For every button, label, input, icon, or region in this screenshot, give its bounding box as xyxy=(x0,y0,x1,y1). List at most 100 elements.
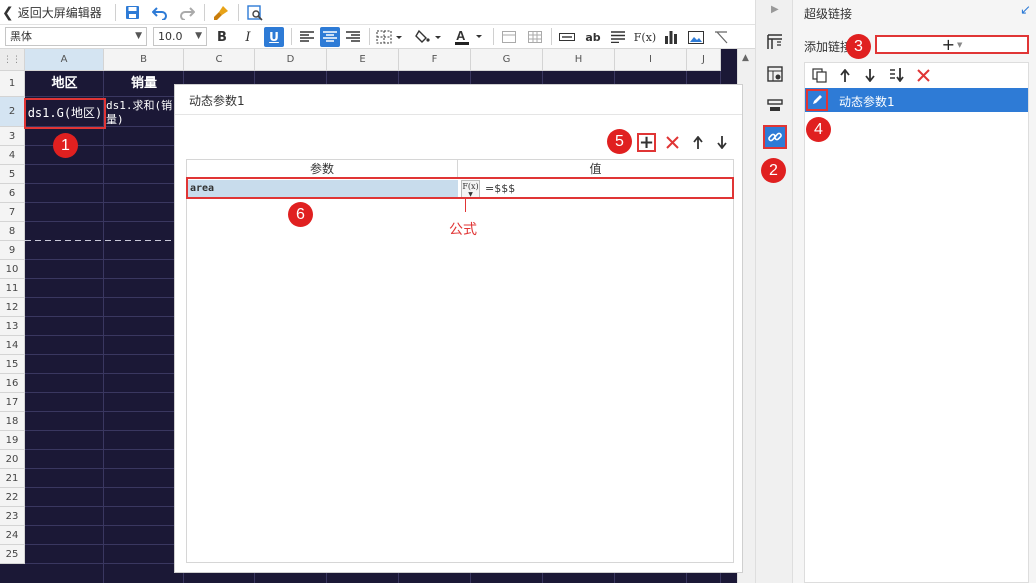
row-header-22[interactable]: 22 xyxy=(0,488,25,507)
link-move-down-icon[interactable] xyxy=(861,66,879,84)
move-up-button[interactable] xyxy=(688,133,707,152)
row-header-18[interactable]: 18 xyxy=(0,412,25,431)
link-list-item[interactable]: 动态参数1 xyxy=(805,88,1028,112)
top-toolbar: ❮ 返回大屏编辑器 xyxy=(0,0,755,25)
select-all-corner[interactable]: ⋮⋮ xyxy=(0,49,25,71)
row-header-11[interactable]: 11 xyxy=(0,279,25,298)
bold-button[interactable]: B xyxy=(212,27,232,47)
back-button[interactable]: ❮ 返回大屏编辑器 xyxy=(2,3,102,22)
font-size-select[interactable]: 10.0 ▼ xyxy=(153,27,207,46)
callout-4: 4 xyxy=(806,117,831,142)
column-header-h[interactable]: H xyxy=(543,49,615,71)
callout-2: 2 xyxy=(761,158,786,183)
column-header-g[interactable]: G xyxy=(471,49,543,71)
chevron-left-icon: ❮ xyxy=(2,4,14,21)
row-header-15[interactable]: 15 xyxy=(0,355,25,374)
copy-link-icon[interactable] xyxy=(809,66,829,84)
column-header-a[interactable]: A xyxy=(25,49,104,71)
redo-icon[interactable] xyxy=(176,3,198,22)
row-header-9[interactable]: 9 xyxy=(0,241,25,260)
add-link-label: 添加链接 xyxy=(804,40,853,54)
textfield-icon[interactable] xyxy=(557,27,577,47)
row-header-10[interactable]: 10 xyxy=(0,260,25,279)
column-header-i[interactable]: I xyxy=(615,49,687,71)
back-label: 返回大屏编辑器 xyxy=(17,6,102,20)
widget-icon[interactable] xyxy=(765,96,785,116)
border-icon[interactable] xyxy=(374,27,406,47)
row-header-2[interactable]: 2 xyxy=(0,97,25,127)
format-brush-icon[interactable] xyxy=(210,3,232,22)
move-down-button[interactable] xyxy=(712,133,731,152)
panel-title: 超级链接 xyxy=(804,7,853,21)
font-color-icon[interactable]: A xyxy=(451,27,487,47)
row-header-14[interactable]: 14 xyxy=(0,336,25,355)
underline-button[interactable]: U xyxy=(264,27,284,47)
align-center-icon[interactable] xyxy=(320,27,340,47)
cell-header-sales[interactable]: 销量 xyxy=(104,71,184,97)
row-header-7[interactable]: 7 xyxy=(0,203,25,222)
italic-button[interactable]: I xyxy=(238,27,258,47)
align-left-icon[interactable] xyxy=(297,27,317,47)
split-cells-icon[interactable] xyxy=(525,27,545,47)
cell-header-region[interactable]: 地区 xyxy=(25,71,104,97)
callout-3: 3 xyxy=(846,34,871,59)
row-header-4[interactable]: 4 xyxy=(0,146,25,165)
row-header-17[interactable]: 17 xyxy=(0,393,25,412)
fill-color-icon[interactable] xyxy=(413,27,445,47)
formula-annotation: 公式 xyxy=(449,222,477,238)
row-header-6[interactable]: 6 xyxy=(0,184,25,203)
save-icon[interactable] xyxy=(122,3,142,22)
slash-icon[interactable] xyxy=(711,27,731,47)
column-header-j[interactable]: J xyxy=(687,49,721,71)
row-header-20[interactable]: 20 xyxy=(0,450,25,469)
row-header-25[interactable]: 25 xyxy=(0,545,25,564)
sort-icon[interactable] xyxy=(887,66,907,84)
chevron-down-icon: ▼ xyxy=(135,31,142,41)
row-header-1[interactable]: 1 xyxy=(0,71,25,97)
cell-attribute-icon[interactable] xyxy=(765,64,785,84)
cell-element-icon[interactable] xyxy=(765,32,785,52)
column-header-e[interactable]: E xyxy=(327,49,399,71)
formula-icon[interactable]: F(x) xyxy=(633,27,657,47)
column-header-d[interactable]: D xyxy=(255,49,327,71)
row-header-12[interactable]: 12 xyxy=(0,298,25,317)
paragraph-icon[interactable] xyxy=(608,27,628,47)
callout-6: 6 xyxy=(288,202,313,227)
row-header-16[interactable]: 16 xyxy=(0,374,25,393)
text-style-icon[interactable]: ab xyxy=(582,27,604,47)
undo-icon[interactable] xyxy=(149,3,171,22)
param-column-header: 参数 xyxy=(187,160,458,178)
font-family-select[interactable]: 黑体 ▼ xyxy=(5,27,147,46)
collapse-panel-icon[interactable]: ↙ xyxy=(1020,3,1031,18)
align-right-icon[interactable] xyxy=(343,27,363,47)
delete-link-icon[interactable] xyxy=(914,66,932,84)
font-size-value: 10.0 xyxy=(158,30,183,43)
dynamic-param-dialog: 动态参数1 + 参数 值 area F(x) ▼ =$$$ 公式 xyxy=(174,84,743,573)
edit-link-icon[interactable] xyxy=(806,89,828,111)
column-header-c[interactable]: C xyxy=(184,49,255,71)
callout-1: 1 xyxy=(53,133,78,158)
add-link-button[interactable]: + ▼ xyxy=(875,35,1029,54)
param-row-highlight xyxy=(186,177,734,199)
chart-icon[interactable] xyxy=(661,27,681,47)
row-header-8[interactable]: 8 xyxy=(0,222,25,241)
row-header-23[interactable]: 23 xyxy=(0,507,25,526)
column-header-f[interactable]: F xyxy=(399,49,471,71)
merge-cells-icon[interactable] xyxy=(499,27,519,47)
link-move-up-icon[interactable] xyxy=(836,66,854,84)
row-header-19[interactable]: 19 xyxy=(0,431,25,450)
hyperlink-icon[interactable] xyxy=(763,125,787,149)
column-header-b[interactable]: B xyxy=(104,49,184,71)
row-header-3[interactable]: 3 xyxy=(0,127,25,146)
cell-b2[interactable]: ds1.求和(销量) xyxy=(106,99,184,127)
row-header-5[interactable]: 5 xyxy=(0,165,25,184)
image-icon[interactable] xyxy=(686,27,706,47)
add-param-button[interactable]: + xyxy=(637,133,656,152)
row-header-24[interactable]: 24 xyxy=(0,526,25,545)
collapse-arrow-icon[interactable]: ▶ xyxy=(771,4,779,15)
row-header-13[interactable]: 13 xyxy=(0,317,25,336)
delete-param-button[interactable] xyxy=(663,133,682,152)
preview-icon[interactable] xyxy=(244,3,266,22)
row-header-21[interactable]: 21 xyxy=(0,469,25,488)
scroll-up-icon[interactable]: ▲ xyxy=(742,53,749,63)
